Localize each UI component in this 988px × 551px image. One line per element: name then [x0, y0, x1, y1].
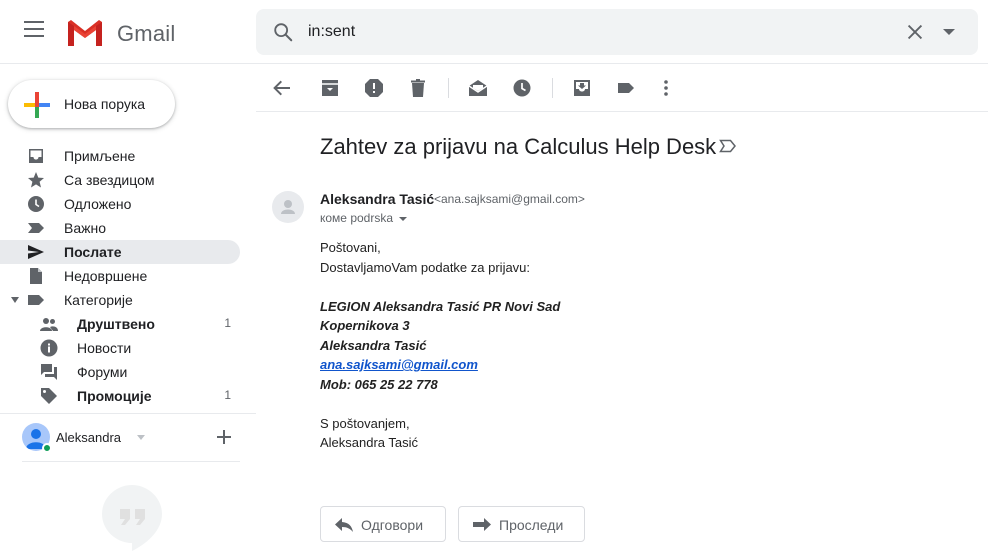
move-to-icon[interactable] [572, 78, 592, 98]
more-options-icon[interactable] [656, 78, 676, 98]
sidebar-item-label: Са звездицом [64, 172, 155, 188]
label-tag-icon[interactable] [616, 78, 636, 98]
sidebar-item-promotions[interactable]: Промоције 1 [0, 384, 240, 408]
search-bar [256, 9, 978, 55]
hangouts-icon [102, 485, 162, 551]
sidebar-item-starred[interactable]: Са звездицом [0, 168, 240, 192]
body-address: Kopernikova 3 [320, 318, 410, 333]
chevron-down-icon[interactable] [137, 435, 145, 440]
body-email-link[interactable]: ana.sajksami@gmail.com [320, 357, 478, 372]
forward-icon [473, 518, 491, 531]
header: Gmail [0, 0, 988, 64]
label-icon [28, 295, 44, 305]
recipient-details[interactable]: коме podrska [320, 211, 408, 225]
info-icon [40, 339, 58, 357]
send-icon [28, 245, 44, 259]
draft-icon [30, 268, 42, 284]
plus-color-icon [24, 92, 50, 118]
sender-email: <ana.sajksami@gmail.com> [434, 192, 585, 206]
sidebar-divider [0, 413, 256, 414]
compose-button[interactable]: Нова порука [8, 80, 175, 128]
sidebar-divider [22, 461, 240, 462]
unread-count: 1 [224, 388, 231, 402]
label-outline-icon[interactable] [719, 139, 737, 153]
sidebar-item-label: Промоције [77, 388, 152, 404]
important-icon [28, 223, 44, 233]
sidebar-item-snoozed[interactable]: Одложено [0, 192, 240, 216]
body-blank [320, 394, 560, 414]
back-arrow-icon[interactable] [272, 78, 292, 98]
sender-name[interactable]: Aleksandra Tasić [320, 191, 434, 207]
sidebar-item-categories[interactable]: Категорије [0, 288, 240, 312]
sidebar-item-label: Одложено [64, 196, 132, 212]
reply-button[interactable]: Одговори [320, 506, 446, 542]
search-icon[interactable] [272, 21, 294, 43]
account-name: Aleksandra [56, 430, 122, 445]
gmail-logo-icon[interactable] [66, 18, 104, 48]
archive-icon[interactable] [320, 78, 340, 98]
sidebar-item-label: Новости [77, 340, 132, 356]
toolbar-divider [552, 78, 553, 98]
sidebar-item-label: Недовршене [64, 268, 148, 284]
body-person: Aleksandra Tasić [320, 337, 427, 353]
unread-count: 1 [224, 316, 231, 330]
people-icon [40, 318, 58, 331]
body-closing: S poštovanjem, [320, 415, 410, 431]
add-contact-icon[interactable] [216, 429, 232, 445]
search-options-caret-icon[interactable] [942, 27, 956, 37]
sidebar-nav: Примљене Са звездицом Одложено Важно Пос… [0, 144, 256, 408]
app-name[interactable]: Gmail [117, 21, 175, 47]
sidebar-item-label: Послате [64, 244, 122, 260]
reply-icon [335, 518, 353, 532]
toolbar-divider [448, 78, 449, 98]
sidebar-item-label: Форуми [77, 364, 128, 380]
clock-icon [28, 196, 44, 212]
compose-label: Нова порука [64, 96, 146, 112]
sidebar-item-inbox[interactable]: Примљене [0, 144, 240, 168]
online-status-icon [42, 443, 52, 453]
body-greeting: Poštovani, [320, 240, 381, 255]
sidebar-item-important[interactable]: Важно [0, 216, 240, 240]
recipient-label: коме podrska [320, 211, 394, 225]
message-body: Poštovani, DostavljamoVam podatke za pri… [320, 238, 560, 453]
mark-unread-icon[interactable] [468, 78, 488, 98]
message-toolbar [256, 64, 988, 112]
sender-avatar[interactable] [272, 191, 304, 223]
forward-label: Проследи [499, 517, 564, 533]
inbox-icon [29, 149, 43, 163]
forum-icon [41, 364, 57, 380]
sidebar-item-forums[interactable]: Форуми [0, 360, 240, 384]
report-spam-icon[interactable] [364, 78, 384, 98]
body-company: LEGION Aleksandra Tasić PR Novi Sad [320, 298, 561, 314]
sidebar-item-label: Примљене [64, 148, 136, 164]
sidebar-item-sent[interactable]: Послате [0, 240, 240, 264]
tag-icon [41, 388, 57, 404]
sidebar-item-label: Друштвено [77, 316, 155, 332]
reply-label: Одговори [361, 517, 424, 533]
body-intro: DostavljamoVam podatke za prijavu: [320, 259, 531, 275]
close-icon[interactable] [904, 21, 926, 43]
snooze-clock-icon[interactable] [512, 78, 532, 98]
person-icon [281, 200, 295, 214]
search-input[interactable] [308, 21, 868, 43]
message-subject: Zahtev za prijavu na Calculus Help Desk [320, 134, 717, 159]
sidebar-item-drafts[interactable]: Недовршене [0, 264, 240, 288]
sidebar-item-label: Важно [64, 220, 107, 236]
star-icon [28, 172, 44, 188]
body-mobile: Mob: 065 25 22 778 [320, 376, 438, 392]
sidebar-item-social[interactable]: Друштвено 1 [0, 312, 240, 336]
body-blank [320, 277, 560, 297]
chevron-down-icon[interactable] [399, 216, 408, 221]
sidebar-item-updates[interactable]: Новости [0, 336, 240, 360]
hangouts-account[interactable]: Aleksandra [22, 423, 242, 453]
sidebar-item-label: Категорије [64, 292, 133, 308]
delete-icon[interactable] [408, 78, 428, 98]
body-signature: Aleksandra Tasić [320, 435, 419, 450]
expand-arrow-icon[interactable] [11, 297, 19, 303]
forward-button[interactable]: Проследи [458, 506, 585, 542]
main-menu-button[interactable] [24, 21, 46, 43]
